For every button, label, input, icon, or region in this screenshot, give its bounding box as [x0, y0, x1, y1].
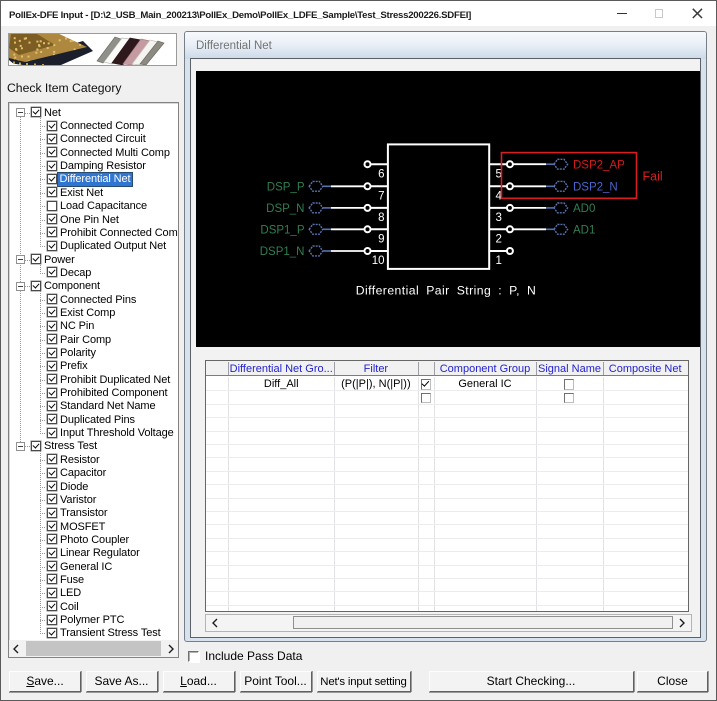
svg-text:Differential Pair String : P,: Differential Pair String : P, N [356, 283, 537, 297]
svg-text:DSP_N: DSP_N [266, 203, 304, 215]
svg-text:7: 7 [378, 191, 384, 203]
svg-text:DSP_P: DSP_P [267, 182, 305, 194]
svg-text:6: 6 [378, 168, 384, 180]
svg-text:10: 10 [372, 255, 385, 267]
svg-text:AD1: AD1 [573, 225, 595, 237]
svg-text:2: 2 [496, 234, 502, 246]
svg-text:DSP2_AP: DSP2_AP [573, 159, 625, 171]
svg-text:8: 8 [378, 212, 384, 224]
svg-text:9: 9 [378, 234, 384, 246]
svg-text:DSP2_N: DSP2_N [573, 182, 618, 194]
svg-text:Fail: Fail [643, 170, 663, 184]
svg-text:AD0: AD0 [573, 203, 595, 215]
svg-text:1: 1 [496, 255, 502, 267]
svg-text:DSP1_P: DSP1_P [260, 225, 304, 237]
svg-text:3: 3 [496, 212, 502, 224]
svg-text:DSP1_N: DSP1_N [260, 246, 305, 258]
